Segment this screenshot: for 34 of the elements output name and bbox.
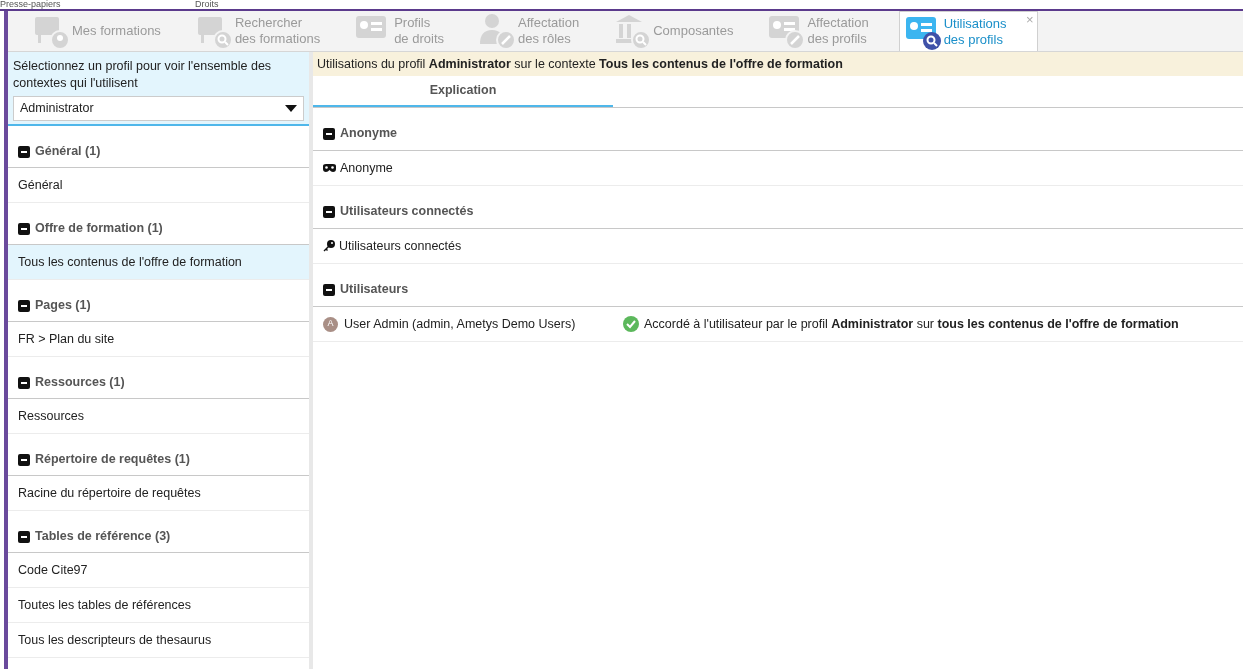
ribbon-group-label: Presse-papiers bbox=[0, 0, 62, 9]
context-bar: Utilisations du profil Administrator sur le contexte Tous les contenus de l'offre de formation bbox=[313, 52, 1243, 76]
collapse-icon[interactable] bbox=[323, 128, 335, 140]
caret-icon bbox=[285, 105, 297, 112]
user-avatar: A bbox=[323, 316, 338, 332]
tab[interactable]: Utilisations des profils × bbox=[898, 11, 1038, 51]
collapse-icon[interactable] bbox=[18, 454, 30, 466]
group-header: Offre de formation (1) bbox=[35, 221, 163, 235]
row-label: User Admin (admin, Ametys Demo Users) bbox=[344, 315, 576, 333]
collapse-icon[interactable] bbox=[18, 531, 30, 543]
explanation-text: Accordé à l'utilisateur par le profil Administrator sur tous les contenus de l'offre de formation bbox=[644, 315, 1179, 333]
tab[interactable]: Explication bbox=[313, 76, 613, 107]
collapse-icon[interactable] bbox=[18, 223, 30, 235]
collapse-icon[interactable] bbox=[18, 300, 30, 312]
instruction-text: Sélectionnez un profil pour voir l'ensemble des contextes qui l'utilisent bbox=[13, 58, 273, 92]
collapse-icon[interactable] bbox=[18, 146, 30, 158]
row-label: Utilisateurs connectés bbox=[339, 237, 462, 255]
group-header: Utilisateurs bbox=[340, 282, 409, 296]
key-icon bbox=[323, 240, 335, 252]
profile-select[interactable]: Administrator bbox=[13, 96, 304, 121]
group-header: Ressources (1) bbox=[35, 375, 125, 389]
mask-icon bbox=[323, 164, 336, 172]
collapse-icon[interactable] bbox=[323, 284, 335, 296]
group-header: Utilisateurs connectés bbox=[340, 204, 474, 218]
row-label: Anonyme bbox=[340, 159, 393, 177]
group-header: Tables de référence (3) bbox=[35, 529, 171, 543]
group-header: Pages (1) bbox=[35, 298, 91, 312]
group-header: Anonyme bbox=[340, 126, 397, 140]
context-item[interactable]: Tous les contenus de l'offre de formation bbox=[8, 245, 309, 280]
group-header: Répertoire de requêtes (1) bbox=[35, 452, 190, 466]
ribbon-group-label: Droits bbox=[195, 0, 219, 9]
collapse-icon[interactable] bbox=[18, 377, 30, 389]
group-header: Général (1) bbox=[35, 144, 101, 158]
collapse-icon[interactable] bbox=[323, 206, 335, 218]
